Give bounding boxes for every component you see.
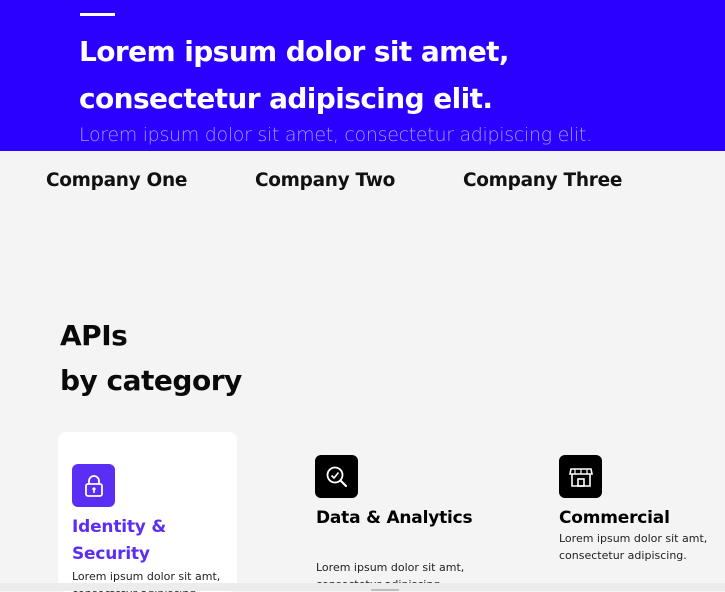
- horizontal-scrollbar[interactable]: [0, 583, 725, 591]
- category-card-commercial[interactable]: Commercial Lorem ipsum dolor sit amt, co…: [545, 432, 723, 592]
- card-title: Data & Analytics: [316, 508, 473, 528]
- hero-title-line2: consectetur adipiscing elit.: [79, 82, 493, 115]
- storefront-icon: [559, 455, 602, 498]
- category-card-identity-security[interactable]: Identity & Security Lorem ipsum dolor si…: [58, 432, 237, 592]
- section-heading-line1: APIs: [60, 319, 128, 352]
- company-tab-two[interactable]: Company Two: [255, 170, 395, 191]
- card-title: Identity & Security: [72, 517, 167, 564]
- hero-accent-bar: [80, 13, 115, 16]
- hero-title: Lorem ipsum dolor sit amet, consectetur …: [79, 28, 699, 122]
- card-title: Commercial: [559, 508, 670, 528]
- analytics-icon: [315, 455, 358, 498]
- company-tab-three[interactable]: Company Three: [463, 170, 622, 191]
- company-tab-one[interactable]: Company One: [46, 170, 187, 191]
- hero-title-line1: Lorem ipsum dolor sit amet,: [79, 35, 510, 68]
- section-heading: APIs by category: [60, 313, 242, 403]
- hero-subtitle: Lorem ipsum dolor sit amet, consectetur …: [79, 124, 592, 146]
- lock-icon: [72, 464, 115, 507]
- section-heading-line2: by category: [60, 364, 242, 397]
- category-card-data-analytics[interactable]: Data & Analytics Lorem ipsum dolor sit a…: [301, 432, 481, 592]
- card-description: Lorem ipsum dolor sit amt, consectetur a…: [559, 532, 708, 562]
- hero-banner: Lorem ipsum dolor sit amet, consectetur …: [0, 0, 725, 151]
